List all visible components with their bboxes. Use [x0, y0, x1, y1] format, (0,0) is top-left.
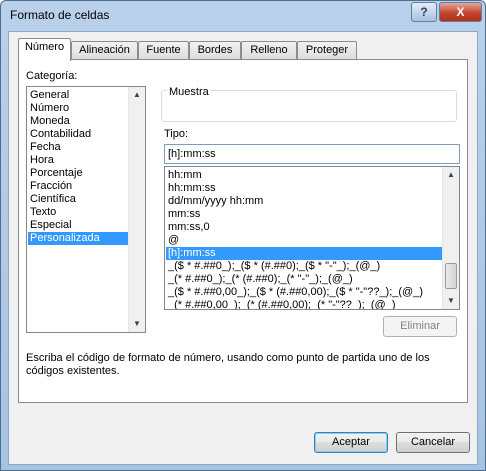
category-item[interactable]: Fracción — [28, 180, 128, 193]
format-item[interactable]: _($ * #.##0_);_($ * (#.##0);_($ * "-"_);… — [166, 260, 442, 273]
scroll-down-icon[interactable]: ▼ — [443, 293, 459, 309]
help-button[interactable]: ? — [411, 2, 437, 22]
tab-label: Bordes — [197, 44, 233, 56]
window-title: Formato de celdas — [10, 8, 110, 22]
scroll-up-icon[interactable]: ▲ — [129, 87, 145, 103]
format-item[interactable]: hh:mm — [166, 169, 442, 182]
format-code-list[interactable]: hh:mm hh:mm:ss dd/mm/yyyy hh:mm mm:ss mm… — [164, 166, 460, 310]
title-bar[interactable]: Formato de celdas ? X — [1, 1, 485, 31]
close-button[interactable]: X — [439, 2, 482, 22]
tab-numero[interactable]: Número — [18, 38, 71, 61]
category-item[interactable]: Especial — [28, 219, 128, 232]
category-item[interactable]: Número — [28, 102, 128, 115]
category-scrollbar[interactable]: ▲ ▼ — [128, 87, 145, 332]
number-tab-panel: Categoría: General Número Moneda Contabi… — [18, 59, 468, 403]
category-item[interactable]: Moneda — [28, 115, 128, 128]
category-item-selected[interactable]: Personalizada — [28, 232, 128, 245]
scroll-up-icon[interactable]: ▲ — [443, 167, 459, 183]
delete-button[interactable]: Eliminar — [383, 316, 457, 337]
scroll-thumb[interactable] — [445, 263, 457, 289]
format-item[interactable]: @ — [166, 234, 442, 247]
type-label: Tipo: — [164, 128, 189, 140]
tab-alineacion[interactable]: Alineación — [71, 41, 138, 60]
tab-label: Fuente — [146, 44, 181, 56]
category-item[interactable]: Contabilidad — [28, 128, 128, 141]
category-item[interactable]: Porcentaje — [28, 167, 128, 180]
tab-label: Alineación — [79, 44, 130, 56]
category-item[interactable]: Fecha — [28, 141, 128, 154]
type-input[interactable]: [h]:mm:ss — [164, 144, 460, 164]
tab-bordes[interactable]: Bordes — [189, 41, 241, 60]
format-item[interactable]: _($ * #.##0,00_);_($ * (#.##0,00);_($ * … — [166, 286, 442, 299]
category-label: Categoría: — [26, 70, 78, 82]
tab-relleno[interactable]: Relleno — [241, 41, 297, 60]
category-item[interactable]: General — [28, 89, 128, 102]
format-scrollbar[interactable]: ▲ ▼ — [442, 167, 459, 309]
format-item-selected[interactable]: [h]:mm:ss — [166, 247, 442, 260]
category-list[interactable]: General Número Moneda Contabilidad Fecha… — [26, 86, 146, 333]
format-item[interactable]: hh:mm:ss — [166, 182, 442, 195]
tab-label: Número — [24, 41, 65, 53]
format-item[interactable]: mm:ss — [166, 208, 442, 221]
sample-label: Muestra — [167, 86, 211, 98]
category-item[interactable]: Científica — [28, 193, 128, 206]
format-cells-dialog: Formato de celdas ? X Número Alineación … — [0, 0, 486, 471]
ok-button[interactable]: Aceptar — [314, 432, 388, 453]
tab-label: Proteger — [305, 44, 349, 56]
cancel-button[interactable]: Cancelar — [396, 432, 470, 453]
scroll-down-icon[interactable]: ▼ — [129, 316, 145, 332]
category-item[interactable]: Hora — [28, 154, 128, 167]
tab-fuente[interactable]: Fuente — [138, 41, 189, 60]
tab-proteger[interactable]: Proteger — [297, 41, 357, 60]
format-item[interactable]: _(* #.##0_);_(* (#.##0);_(* "-"_);_(@_) — [166, 273, 442, 286]
format-item[interactable]: dd/mm/yyyy hh:mm — [166, 195, 442, 208]
format-item[interactable]: _(* #.##0,00_);_(* (#.##0,00);_(* "-"??_… — [166, 299, 442, 309]
category-item[interactable]: Texto — [28, 206, 128, 219]
format-item[interactable]: mm:ss,0 — [166, 221, 442, 234]
tab-label: Relleno — [250, 44, 288, 56]
description-text: Escriba el código de formato de número, … — [26, 352, 430, 377]
dialog-body: Número Alineación Fuente Bordes Relleno … — [8, 31, 478, 465]
